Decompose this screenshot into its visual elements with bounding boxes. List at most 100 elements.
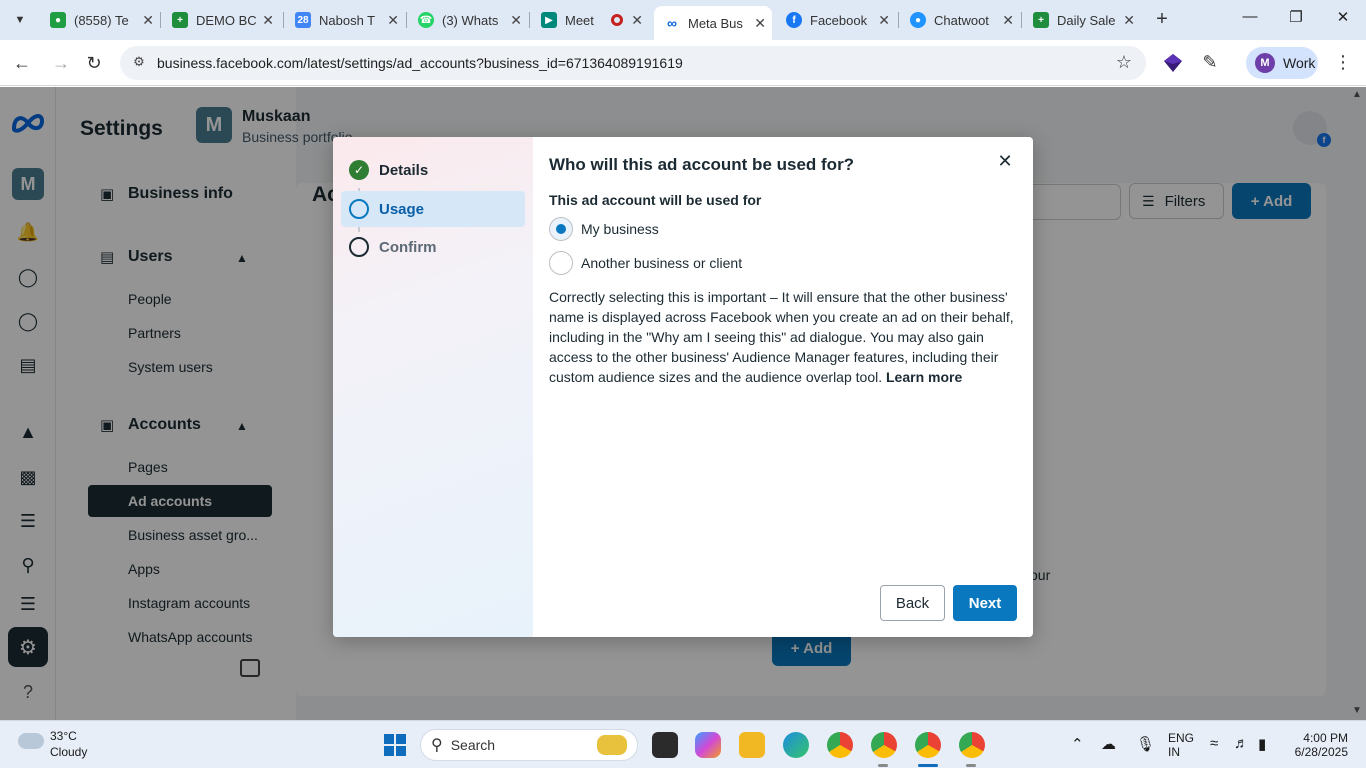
step-usage[interactable]: Usage: [341, 191, 525, 227]
dialog-body: Who will this ad account be used for? ✕ …: [533, 137, 1033, 637]
tab-search-dropdown-icon[interactable]: ▼: [8, 8, 32, 32]
windows-start-icon[interactable]: [384, 734, 406, 756]
used-for-label: This ad account will be used for: [549, 192, 762, 208]
radio-button[interactable]: [549, 251, 573, 275]
radio-label: My business: [581, 221, 659, 237]
close-icon[interactable]: ✕: [1002, 12, 1014, 29]
volume-icon[interactable]: ♬: [1234, 735, 1249, 752]
browser-tab[interactable]: ● (8558) Te ✕: [40, 6, 160, 34]
step-details[interactable]: ✓ Details: [341, 152, 525, 188]
new-tab-button[interactable]: +: [1150, 8, 1174, 31]
bookmark-star-icon[interactable]: ☆: [1116, 52, 1132, 73]
calendar-icon: 28: [295, 12, 311, 28]
forward-arrow-icon[interactable]: →: [50, 52, 72, 74]
browser-tab[interactable]: ● Chatwoot ✕: [900, 6, 1020, 34]
restore-icon[interactable]: ❐: [1284, 8, 1308, 26]
browser-tab-active[interactable]: ∞ Meta Bus ✕: [654, 6, 772, 40]
close-icon[interactable]: ✕: [142, 12, 154, 29]
address-bar[interactable]: ⚙ business.facebook.com/latest/settings/…: [120, 46, 1146, 80]
sheets-icon: +: [1033, 12, 1049, 28]
app-running-indicator: [966, 764, 976, 767]
profile-chip[interactable]: M Work: [1246, 47, 1318, 79]
tab-separator: [1021, 12, 1022, 28]
window-close-icon[interactable]: ✕: [1331, 8, 1355, 26]
chat-icon: ●: [50, 12, 66, 28]
tab-separator: [898, 12, 899, 28]
close-icon[interactable]: ✕: [262, 12, 274, 29]
battery-icon[interactable]: ▮: [1258, 735, 1266, 753]
meet-icon: ▶: [541, 12, 557, 28]
browser-tab[interactable]: ▶ Meet ✕: [531, 6, 649, 34]
sheets-icon: +: [172, 12, 188, 28]
chrome-icon[interactable]: [827, 732, 853, 758]
close-icon[interactable]: ✕: [878, 12, 890, 29]
close-icon[interactable]: ✕: [995, 151, 1015, 171]
chrome-profile-icon[interactable]: [871, 732, 897, 758]
browser-toolbar: ← → ↻ ⚙ business.facebook.com/latest/set…: [0, 40, 1366, 86]
copilot-icon[interactable]: [695, 732, 721, 758]
minimize-icon[interactable]: —: [1238, 8, 1262, 25]
profile-avatar: M: [1255, 53, 1275, 73]
back-arrow-icon[interactable]: ←: [11, 52, 33, 74]
tab-separator: [529, 12, 530, 28]
whatsapp-icon: ☎: [418, 12, 434, 28]
taskbar-search[interactable]: ⚲ Search: [420, 729, 638, 761]
chrome-ai-profile-icon[interactable]: [959, 732, 985, 758]
create-ad-account-dialog: ✓ Details Usage Confirm Who will this ad…: [333, 137, 1033, 637]
file-explorer-icon[interactable]: [739, 732, 765, 758]
app-running-indicator: [878, 764, 888, 767]
reload-icon[interactable]: ↻: [83, 52, 105, 74]
browser-tab[interactable]: + DEMO BC ✕: [162, 6, 280, 34]
chevron-up-icon[interactable]: ⌃: [1071, 735, 1084, 753]
checkmark-icon: ✓: [349, 160, 369, 180]
meta-icon: ∞: [667, 15, 677, 31]
facebook-icon: f: [786, 12, 802, 28]
app-active-indicator: [918, 764, 938, 767]
search-icon: ⚲: [431, 737, 443, 754]
radio-another-business[interactable]: Another business or client: [549, 251, 742, 275]
step-circle-icon: [349, 199, 369, 219]
close-icon[interactable]: ✕: [1123, 12, 1135, 29]
extensions-puzzle-icon[interactable]: ✎: [1199, 52, 1221, 74]
chrome-work-profile-icon[interactable]: [915, 732, 941, 758]
learn-more-link[interactable]: Learn more: [886, 369, 962, 385]
recording-icon: [611, 14, 624, 26]
step-confirm[interactable]: Confirm: [341, 229, 525, 265]
windows-taskbar: 33°C Cloudy ⚲ Search ⌃ ☁ 🎙 ENG IN ≈ ♬ ▮ …: [0, 720, 1366, 768]
step-circle-icon: [349, 237, 369, 257]
onedrive-icon[interactable]: ☁: [1101, 735, 1116, 753]
chatwoot-icon: ●: [910, 12, 926, 28]
weather-condition[interactable]: Cloudy: [50, 745, 87, 759]
weather-temperature[interactable]: 33°C: [50, 729, 77, 743]
input-language[interactable]: ENG IN: [1168, 731, 1194, 759]
browser-tab[interactable]: f Facebook ✕: [776, 6, 896, 34]
cloud-icon[interactable]: [18, 733, 44, 749]
tab-separator: [283, 12, 284, 28]
tab-separator: [406, 12, 407, 28]
pineapple-widget-icon: [597, 735, 627, 755]
radio-my-business[interactable]: My business: [549, 217, 659, 241]
close-icon[interactable]: ✕: [754, 15, 766, 32]
extension-diamond-icon[interactable]: [1162, 52, 1184, 74]
site-info-icon[interactable]: ⚙: [130, 54, 148, 72]
back-button[interactable]: Back: [880, 585, 945, 621]
taskbar-search-placeholder: Search: [450, 737, 496, 753]
url-text[interactable]: business.facebook.com/latest/settings/ad…: [157, 55, 683, 71]
close-icon[interactable]: ✕: [631, 12, 643, 29]
next-button[interactable]: Next: [953, 585, 1017, 621]
browser-menu-icon[interactable]: ⋮: [1334, 52, 1352, 73]
radio-button-checked[interactable]: [549, 217, 573, 241]
task-view-icon[interactable]: [652, 732, 678, 758]
radio-label: Another business or client: [581, 255, 743, 271]
system-clock[interactable]: 4:00 PM 6/28/2025: [1290, 731, 1348, 759]
browser-tab[interactable]: ☎ (3) Whats ✕: [408, 6, 528, 34]
browser-tab[interactable]: + Daily Sale ✕: [1023, 6, 1141, 34]
close-icon[interactable]: ✕: [510, 12, 522, 29]
close-icon[interactable]: ✕: [387, 12, 399, 29]
microphone-icon[interactable]: 🎙: [1136, 735, 1155, 753]
wifi-icon[interactable]: ≈: [1210, 735, 1218, 752]
edge-browser-icon[interactable]: [783, 732, 809, 758]
browser-tab-bar: ▼ ● (8558) Te ✕ + DEMO BC ✕ 28 Nabosh T …: [0, 0, 1366, 40]
browser-tab[interactable]: 28 Nabosh T ✕: [285, 6, 405, 34]
tab-separator: [160, 12, 161, 28]
